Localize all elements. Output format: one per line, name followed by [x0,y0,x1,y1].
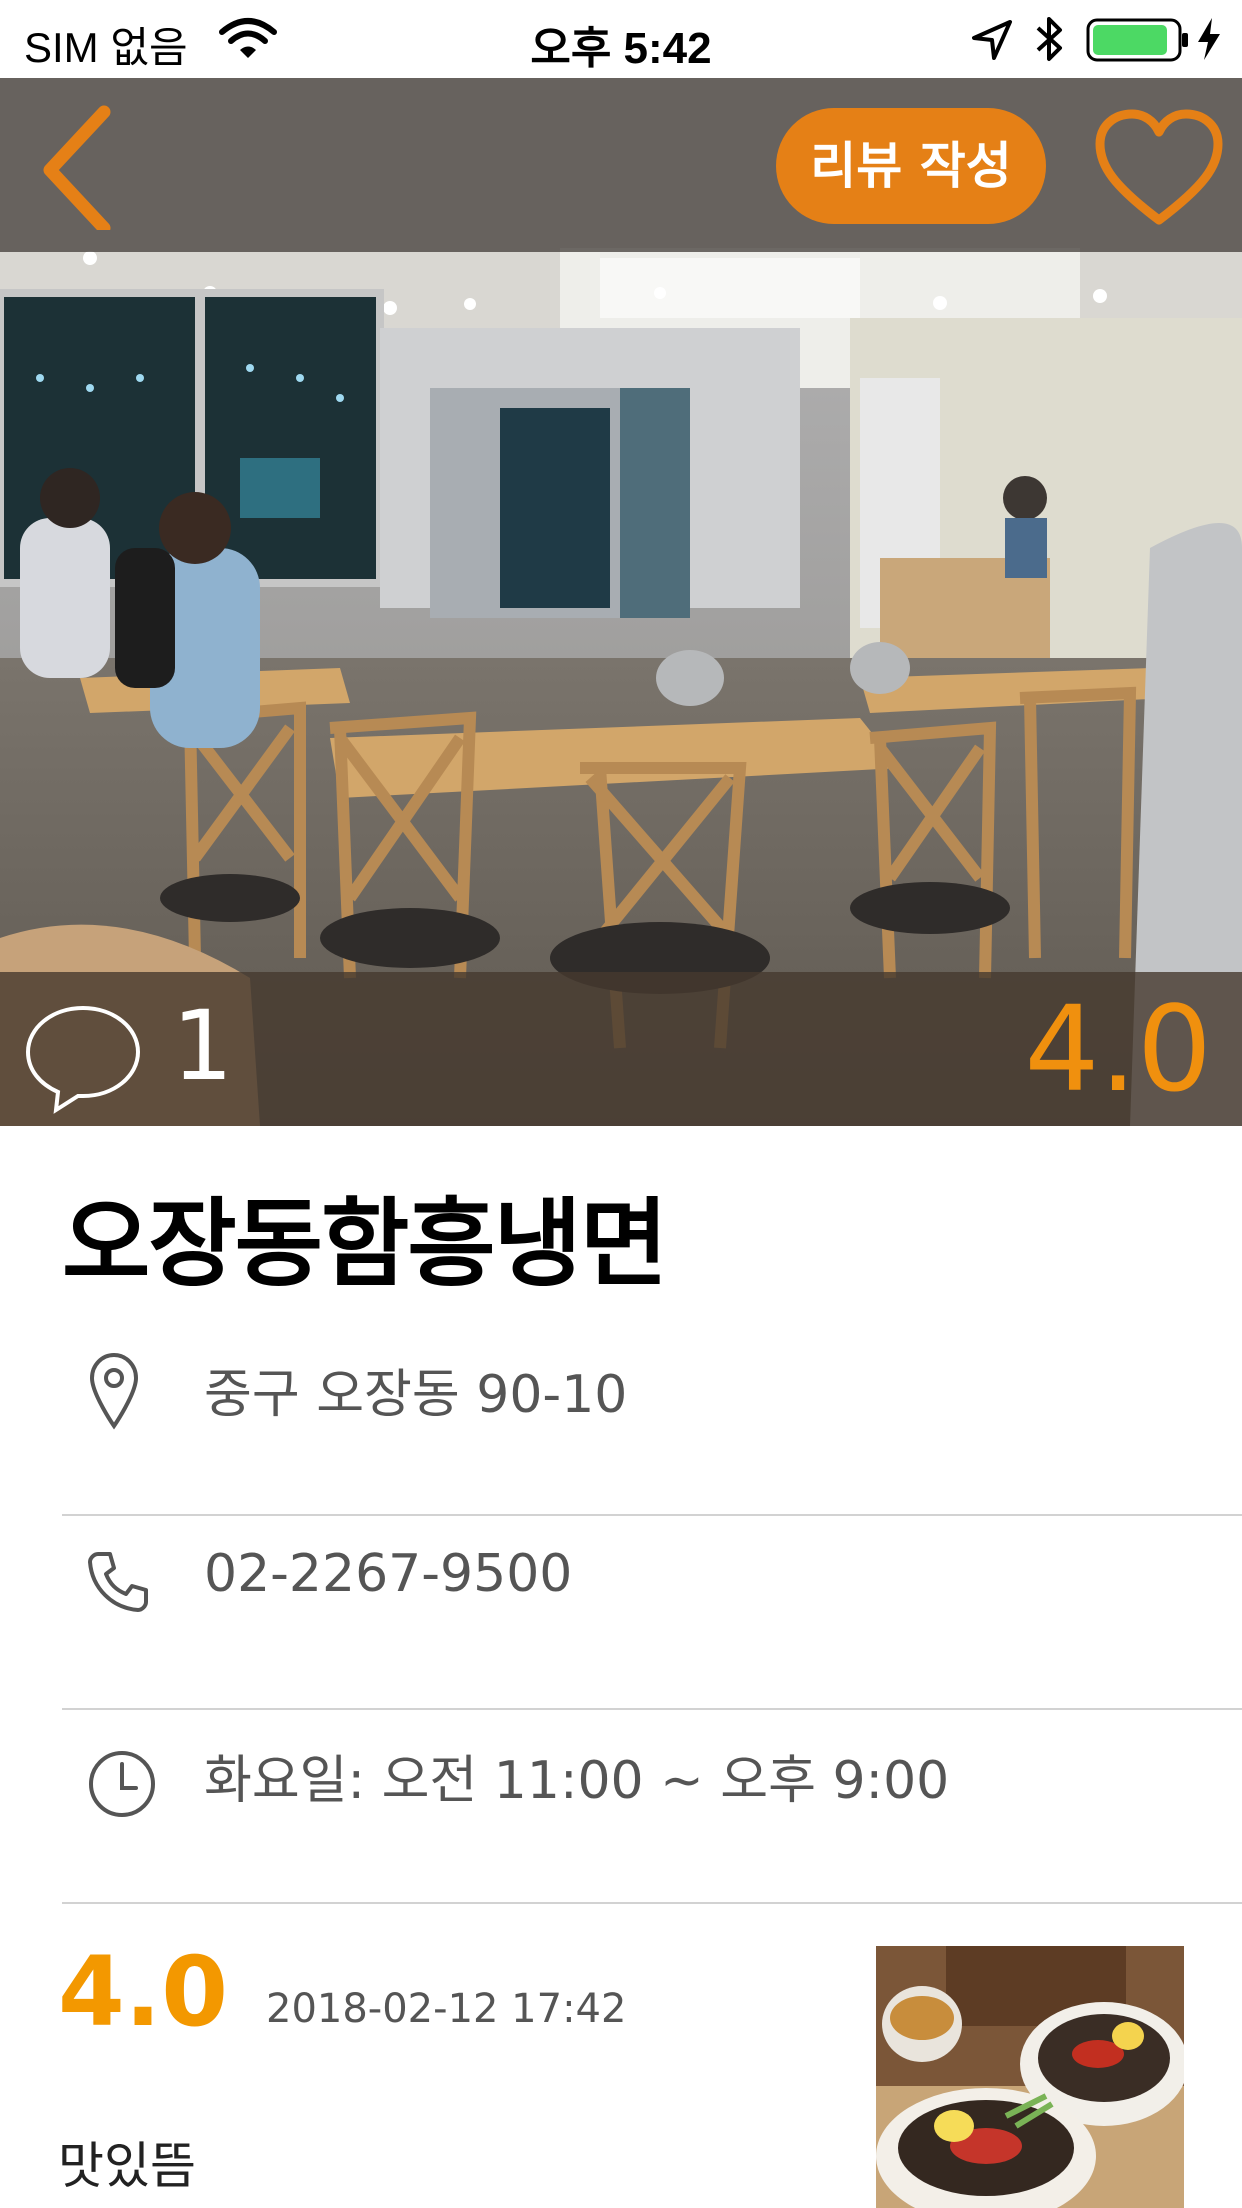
restaurant-name: 오장동함흥냉면 [62,1188,668,1300]
back-button[interactable] [34,100,124,235]
address-row[interactable]: 중구 오장동 90-10 [62,1330,1242,1520]
phone-icon [86,1548,152,1619]
favorite-button[interactable] [1094,108,1224,228]
chevron-left-icon [43,105,111,235]
speech-bubble-icon [22,1000,144,1121]
divider [62,1708,1242,1710]
review-photo[interactable] [876,1946,1184,2208]
bluetooth-icon [1034,14,1066,69]
average-rating: 4.0 [1024,980,1212,1118]
clock-icon [86,1748,158,1825]
hours-row[interactable]: 화요일: 오전 11:00 ~ 오후 9:00 [62,1718,1242,1908]
naengmyeon-photo [876,1946,1184,2208]
phone-text: 02-2267-9500 [204,1544,573,1604]
review-date: 2018-02-12 17:42 [266,1986,627,2032]
review-text: 맛있뜸 [58,2137,196,2195]
phone-row[interactable]: 02-2267-9500 [62,1524,1242,1714]
write-review-button[interactable]: 리뷰 작성 [776,108,1046,224]
battery-icon [1086,18,1190,67]
location-arrow-icon [970,18,1014,67]
divider [62,1514,1242,1516]
review-rating: 4.0 [58,1936,229,2048]
charging-bolt-icon [1196,16,1222,67]
hero-bottom-bar: 1 4.0 [0,972,1242,1126]
address-text: 중구 오장동 90-10 [204,1365,628,1425]
restaurant-hero-image: 리뷰 작성 1 4.0 [0,78,1242,1126]
map-pin-icon [86,1350,142,1435]
heart-outline-icon [1095,109,1223,225]
hours-text: 화요일: 오전 11:00 ~ 오후 9:00 [204,1751,950,1811]
status-bar: SIM 없음 오후 5:42 [0,0,1242,78]
hero-top-bar: 리뷰 작성 [0,78,1242,252]
divider [62,1902,1242,1904]
comment-count: 1 [172,990,234,1102]
